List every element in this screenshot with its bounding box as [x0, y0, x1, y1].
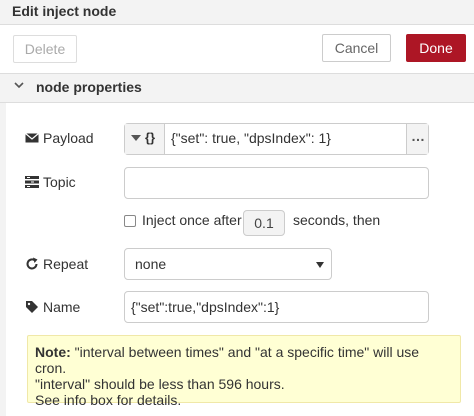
section-header-node-properties[interactable]: node properties — [0, 74, 474, 103]
topic-label: Topic — [43, 174, 76, 190]
payload-type-selector[interactable]: {} — [125, 124, 165, 154]
cancel-button[interactable]: Cancel — [322, 34, 391, 62]
select-arrow-icon — [316, 262, 324, 268]
payload-value-input[interactable]: {"set": true, "dpsIndex": 1} — [171, 130, 331, 146]
tip-line-1: Note: "interval between times" and "at a… — [35, 344, 453, 376]
repeat-select-value: none — [135, 256, 167, 272]
inject-delay-input[interactable]: 0.1 — [243, 210, 285, 236]
ellipsis-icon: … — [411, 128, 425, 144]
dialog-header: Edit inject node — [0, 0, 474, 25]
tag-icon — [25, 299, 39, 313]
tip-line-1-text: "interval between times" and "at a speci… — [35, 344, 420, 376]
envelope-icon — [25, 130, 39, 144]
section-title: node properties — [36, 79, 142, 95]
topic-input[interactable] — [124, 167, 429, 199]
tip-note-label: Note: — [35, 344, 71, 360]
name-input-value: {"set":true,"dpsIndex":1} — [131, 299, 280, 315]
name-label: Name — [43, 299, 81, 315]
payload-expand-button[interactable]: … — [406, 124, 428, 154]
inject-once-label: Inject once after — [142, 212, 242, 228]
payload-typed-input: {} {"set": true, "dpsIndex": 1} … — [124, 123, 429, 155]
repeat-label-row: Repeat — [25, 254, 88, 274]
payload-label: Payload — [43, 130, 94, 146]
repeat-icon — [25, 256, 39, 270]
name-label-row: Name — [25, 297, 80, 317]
delete-button[interactable]: Delete — [13, 35, 77, 63]
chevron-down-icon — [14, 79, 24, 93]
inject-delay-suffix: seconds, then — [293, 212, 381, 228]
payload-type-label: {} — [145, 130, 156, 145]
tasks-icon — [25, 174, 39, 188]
tip-line-2: "interval" should be less than 596 hours… — [35, 376, 285, 392]
repeat-label: Repeat — [43, 256, 89, 272]
dialog-toolbar: Delete Cancel Done — [0, 25, 474, 74]
side-strip — [0, 103, 6, 416]
inject-once-checkbox[interactable] — [124, 215, 136, 227]
tip-line-3: See info box for details. — [35, 392, 182, 408]
caret-down-icon — [131, 135, 141, 141]
name-input[interactable]: {"set":true,"dpsIndex":1} — [124, 291, 429, 323]
form-tip: Note: "interval between times" and "at a… — [27, 335, 461, 408]
repeat-select[interactable]: none — [124, 248, 332, 280]
dialog-title: Edit inject node — [12, 3, 117, 19]
done-button[interactable]: Done — [406, 34, 466, 62]
topic-label-row: Topic — [25, 172, 76, 192]
payload-label-row: Payload — [25, 128, 94, 148]
